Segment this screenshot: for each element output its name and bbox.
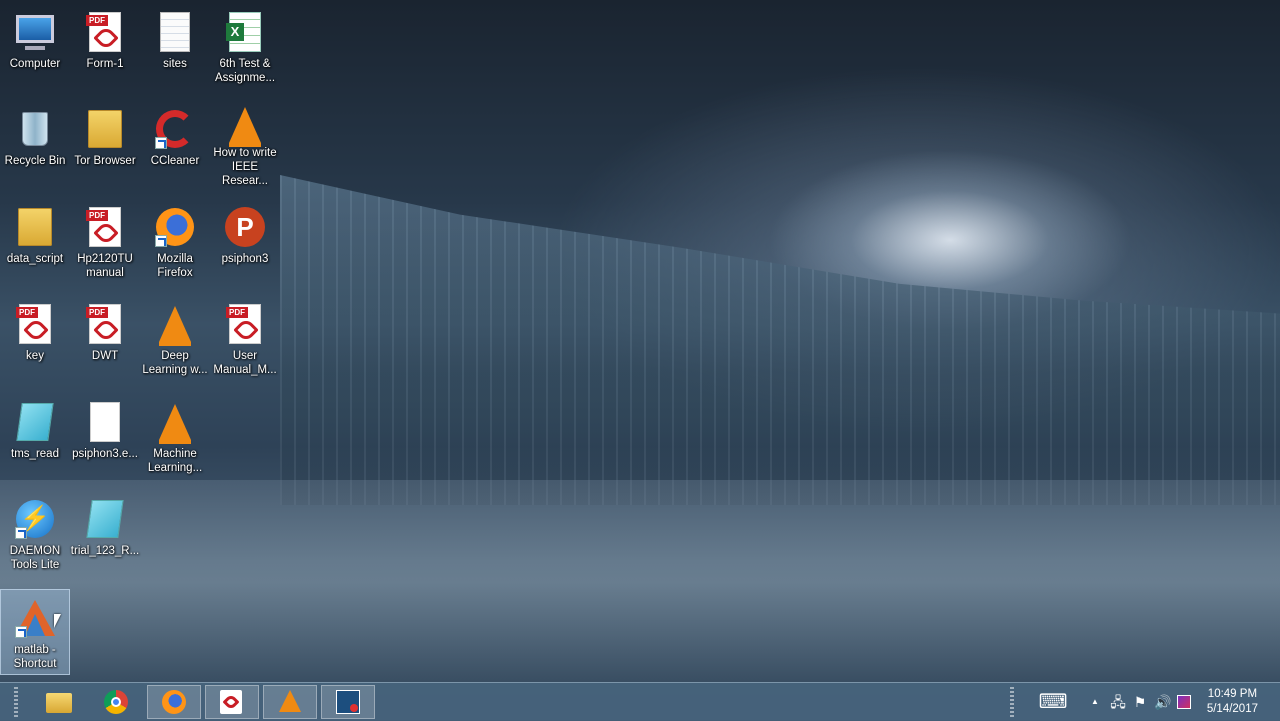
icon-label: Tor Browser (74, 155, 136, 167)
taskbar: ⌨ ▲ 🖧 ⚑ 🔊 10:49 PM 5/14/2017 (0, 682, 1280, 721)
icon-label: Computer (9, 58, 61, 70)
icon-label: Hp2120TU manual (77, 253, 133, 279)
icon-label: Machine Learning... (147, 448, 203, 474)
system-clock[interactable]: 10:49 PM 5/14/2017 (1207, 687, 1258, 717)
network-icon[interactable]: 🖧 (1108, 692, 1128, 712)
shortcut-arrow-icon (155, 235, 167, 247)
icon-label: 6th Test & Assignme... (214, 58, 276, 84)
folder-icon (13, 205, 57, 249)
daemon-tools-icon: ⚡ (13, 497, 57, 541)
vlc-icon (278, 690, 302, 714)
vlc-icon (153, 400, 197, 444)
desktop-icon-deep-learning[interactable]: Deep Learning w... (140, 296, 210, 382)
desktop-icon-ieee-research[interactable]: How to write IEEE Resear... (210, 101, 280, 187)
desktop-icon-recycle-bin[interactable]: Recycle Bin (0, 101, 70, 187)
desktop-icon-ccleaner[interactable]: CCleaner (140, 101, 210, 187)
vlc-icon (153, 302, 197, 346)
desktop-icon-trial-123[interactable]: trial_123_R... (70, 491, 140, 577)
desktop-icon-6th-test[interactable]: X 6th Test & Assignme... (210, 4, 280, 90)
desktop-icon-key[interactable]: PDF key (0, 296, 70, 382)
pdf-icon: PDF (83, 10, 127, 54)
taskbar-chrome-button[interactable] (89, 685, 143, 719)
notepad-file-icon (13, 400, 57, 444)
clock-date: 5/14/2017 (1206, 703, 1258, 715)
icon-label: psiphon3.e... (72, 448, 138, 460)
desktop-icon-tms-read[interactable]: tms_read (0, 394, 70, 480)
icon-label: sites (163, 58, 187, 70)
desktop-icon-matlab[interactable]: matlab - Shortcut (0, 589, 70, 675)
computer-icon (13, 10, 57, 54)
desktop-icon-tor-browser[interactable]: Tor Browser (70, 101, 140, 187)
desktop-icon-daemon-tools[interactable]: ⚡ DAEMON Tools Lite (0, 491, 70, 577)
desktop-icon-form-1[interactable]: PDF Form-1 (70, 4, 140, 90)
clock-time: 10:49 PM (1207, 688, 1258, 700)
touch-keyboard-icon[interactable]: ⌨ (1038, 692, 1068, 712)
taskbar-file-explorer-button[interactable] (31, 685, 85, 719)
icon-label: Deep Learning w... (142, 350, 208, 376)
chrome-icon (104, 690, 128, 714)
desktop-icon-computer[interactable]: Computer (0, 4, 70, 90)
pdf-icon: PDF (13, 302, 57, 346)
app-tray-icon[interactable] (1177, 692, 1193, 712)
shortcut-arrow-icon (155, 137, 167, 149)
show-hidden-icons-chevron-icon[interactable]: ▲ (1088, 692, 1102, 712)
desktop-icon-psiphon3-exe[interactable]: psiphon3.e... (70, 394, 140, 480)
taskbar-firefox-button[interactable] (147, 685, 201, 719)
desktop-icon-dwt[interactable]: PDF DWT (70, 296, 140, 382)
icon-label: CCleaner (150, 155, 200, 167)
shortcut-arrow-icon (15, 626, 27, 638)
icon-label: key (26, 350, 44, 362)
desktop-icon-sites[interactable]: sites (140, 4, 210, 90)
wallpaper-wall (280, 175, 1280, 505)
icon-label: DAEMON Tools Lite (9, 545, 61, 571)
folder-icon (83, 107, 127, 151)
screen-recorder-icon (336, 690, 360, 714)
ccleaner-icon (153, 107, 197, 151)
icon-label: data_script (6, 253, 64, 265)
wallpaper-ground (0, 480, 1280, 685)
notepad-file-icon (83, 497, 127, 541)
icon-label: Mozilla Firefox (157, 253, 193, 279)
desktop-icon-user-manual[interactable]: PDF User Manual_M... (210, 296, 280, 382)
icon-label: User Manual_M... (213, 350, 277, 376)
desktop-icon-hp2120tu-manual[interactable]: PDF Hp2120TU manual (70, 199, 140, 285)
desktop-icon-psiphon3[interactable]: P psiphon3 (210, 199, 280, 285)
recycle-bin-icon (13, 107, 57, 151)
pdf-icon: PDF (83, 205, 127, 249)
desktop-icon-data-script[interactable]: data_script (0, 199, 70, 285)
taskbar-vlc-button[interactable] (263, 685, 317, 719)
desktop-icon-machine-learning[interactable]: Machine Learning... (140, 394, 210, 480)
pdf-icon: PDF (83, 302, 127, 346)
taskbar-acrobat-button[interactable] (205, 685, 259, 719)
action-center-flag-icon[interactable]: ⚑ (1131, 692, 1149, 712)
psiphon-icon: P (223, 205, 267, 249)
folder-icon (46, 690, 72, 714)
icon-label: tms_read (11, 448, 59, 460)
taskbar-screen-recorder-button[interactable] (321, 685, 375, 719)
icon-label: Recycle Bin (4, 155, 66, 167)
matlab-icon (13, 596, 57, 640)
pdf-icon (220, 690, 244, 714)
taskbar-gripper[interactable] (14, 687, 18, 717)
pdf-icon: PDF (223, 302, 267, 346)
icon-label: matlab - Shortcut (13, 644, 57, 670)
tray-gripper[interactable] (1010, 687, 1014, 717)
icon-label: How to write IEEE Resear... (213, 147, 277, 187)
mouse-cursor-icon (54, 614, 61, 628)
icon-label: trial_123_R... (70, 545, 140, 557)
vlc-icon (223, 107, 267, 147)
excel-icon: X (223, 10, 267, 54)
icon-label: DWT (91, 350, 119, 362)
blank-file-icon (83, 400, 127, 444)
shortcut-arrow-icon (15, 527, 27, 539)
firefox-icon (153, 205, 197, 249)
text-document-icon (153, 10, 197, 54)
volume-icon[interactable]: 🔊 (1153, 692, 1173, 712)
desktop-icon-mozilla-firefox[interactable]: Mozilla Firefox (140, 199, 210, 285)
icon-label: Form-1 (86, 58, 124, 70)
icon-label: psiphon3 (221, 253, 269, 265)
firefox-icon (162, 690, 186, 714)
